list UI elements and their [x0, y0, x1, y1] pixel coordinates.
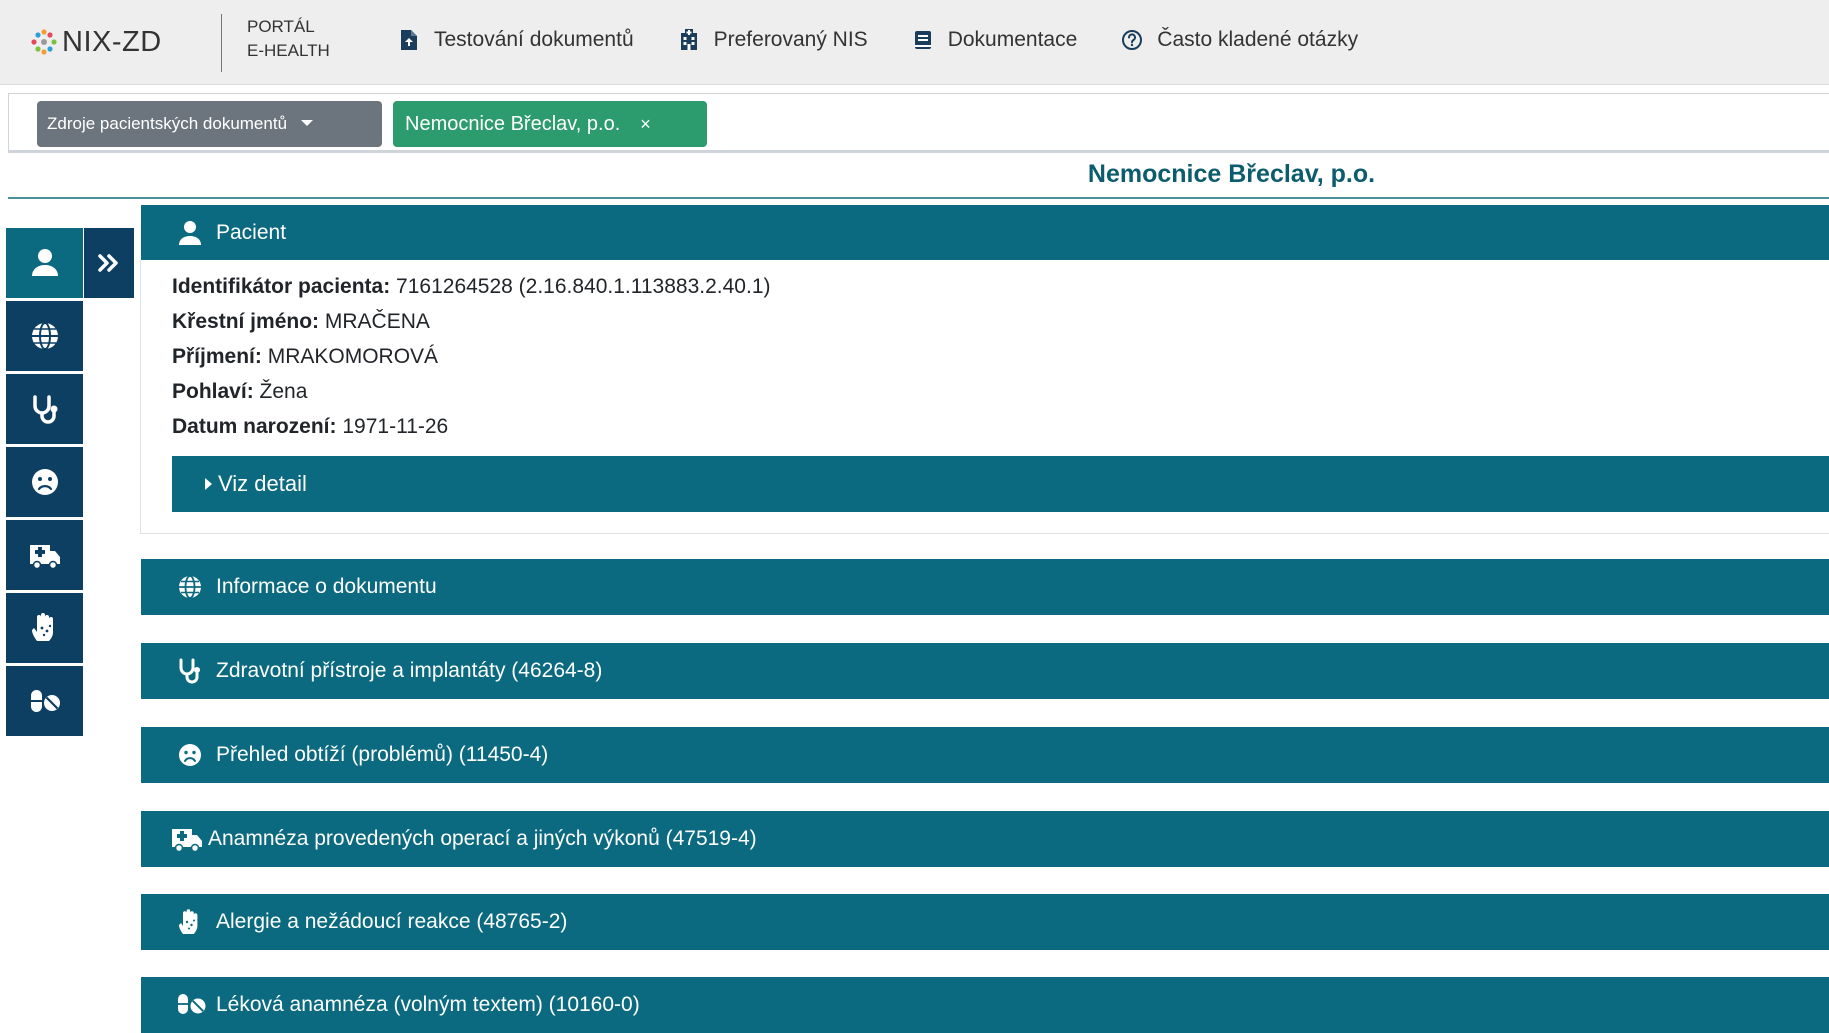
sidebar-item-pacient[interactable]	[6, 228, 83, 298]
section-header-obtize[interactable]: Přehled obtíží (problémů) (11450-4)	[141, 727, 1829, 783]
nav-item-faq[interactable]: Často kladené otázky	[1121, 28, 1358, 52]
pills-icon	[30, 690, 60, 712]
nav-menu: Testování dokumentů Preferovaný NIS Doku…	[398, 28, 1402, 52]
sidebar-item-alergie[interactable]	[6, 593, 83, 663]
question-circle-icon	[1122, 30, 1143, 50]
field-value: 1971-11-26	[342, 415, 449, 438]
stethoscope-icon	[179, 658, 200, 684]
detail-toggle[interactable]: Viz detail	[172, 456, 1829, 512]
section-title: Přehled obtíží (problémů) (11450-4)	[216, 743, 549, 766]
nav-item-dokumentace[interactable]: Dokumentace	[912, 28, 1078, 52]
patient-card: Identifikátor pacienta: 7161264528 (2.16…	[140, 260, 1829, 534]
field-label: Křestní jméno:	[172, 310, 320, 333]
field-label: Pohlaví:	[172, 380, 254, 403]
file-upload-icon	[401, 30, 417, 50]
pills-icon	[178, 994, 206, 1014]
nav-item-preferovany-nis[interactable]: Preferovaný NIS	[678, 28, 868, 52]
field-label: Příjmení:	[172, 345, 262, 368]
user-icon	[179, 221, 201, 245]
nav-item-label: Dokumentace	[947, 28, 1078, 51]
logo-divider	[221, 14, 222, 72]
sidebar-item-operace[interactable]	[6, 520, 83, 590]
logo-text: NIX-ZD	[62, 25, 162, 58]
section-nav-sidebar	[6, 228, 83, 739]
field-value: Žena	[259, 380, 308, 403]
field-first-name: Křestní jméno: MRAČENA	[172, 310, 430, 334]
field-value: 7161264528 (2.16.840.1.113883.2.40.1)	[396, 275, 771, 298]
section-header-informace[interactable]: Informace o dokumentu	[141, 559, 1829, 615]
source-chip[interactable]: Nemocnice Břeclav, p.o. ×	[393, 101, 707, 147]
field-value: MRAČENA	[324, 310, 430, 333]
portal-line1: PORTÁL	[247, 17, 315, 36]
detail-label: Viz detail	[218, 471, 307, 496]
portal-line2: E-HEALTH	[247, 41, 330, 60]
section-title: Alergie a nežádoucí reakce (48765-2)	[216, 910, 568, 933]
book-icon	[914, 31, 931, 49]
allergy-hand-icon	[179, 909, 198, 934]
field-gender: Pohlaví: Žena	[172, 380, 307, 404]
section-header-pacient[interactable]: Pacient	[141, 205, 1829, 261]
filter-bar: Zdroje pacientských dokumentů Nemocnice …	[8, 93, 1829, 153]
portal-label: PORTÁL E-HEALTH	[247, 15, 330, 63]
nav-item-testovani[interactable]: Testování dokumentů	[398, 28, 634, 52]
dropdown-label: Zdroje pacientských dokumentů	[47, 114, 288, 133]
chip-label: Nemocnice Břeclav, p.o.	[405, 112, 621, 135]
nav-item-label: Často kladené otázky	[1157, 28, 1359, 51]
nav-item-label: Testování dokumentů	[434, 28, 634, 51]
user-icon	[31, 249, 58, 276]
allergy-hand-icon	[31, 613, 53, 641]
ambulance-icon	[29, 545, 60, 570]
frown-icon	[31, 469, 58, 495]
caret-down-icon	[301, 120, 314, 126]
field-last-name: Příjmení: MRAKOMOROVÁ	[172, 345, 438, 369]
sidebar-item-obtize[interactable]	[6, 447, 83, 517]
globe-icon	[179, 575, 201, 599]
section-title: Léková anamnéza (volným textem) (10160-0…	[216, 993, 640, 1016]
sidebar-expand-button[interactable]	[84, 228, 134, 298]
ambulance-icon	[172, 829, 202, 853]
logo[interactable]: NIX-ZD	[30, 22, 162, 62]
nav-item-label: Preferovaný NIS	[713, 28, 868, 51]
sidebar-item-pristroje[interactable]	[6, 374, 83, 444]
section-title: Anamnéza provedených operací a jiných vý…	[208, 827, 757, 850]
section-header-pristroje[interactable]: Zdravotní přístroje a implantáty (46264-…	[141, 643, 1829, 699]
close-icon[interactable]: ×	[640, 114, 651, 135]
section-header-alergie[interactable]: Alergie a nežádoucí reakce (48765-2)	[141, 894, 1829, 950]
field-value: MRAKOMOROVÁ	[267, 345, 439, 368]
field-label: Identifikátor pacienta:	[172, 275, 391, 298]
section-header-lekova[interactable]: Léková anamnéza (volným textem) (10160-0…	[141, 977, 1829, 1033]
top-navbar: NIX-ZD PORTÁL E-HEALTH Testování dokumen…	[0, 0, 1829, 85]
section-title: Informace o dokumentu	[216, 575, 437, 598]
section-title: Pacient	[216, 221, 287, 244]
field-label: Datum narození:	[172, 415, 337, 438]
logo-mark-icon	[31, 29, 57, 55]
title-separator	[8, 197, 1829, 199]
section-header-operace[interactable]: Anamnéza provedených operací a jiných vý…	[141, 811, 1829, 867]
hospital-title: Nemocnice Břeclav, p.o.	[1087, 160, 1376, 188]
document-sources-dropdown[interactable]: Zdroje pacientských dokumentů	[37, 101, 382, 147]
section-title: Zdravotní přístroje a implantáty (46264-…	[216, 659, 603, 682]
sidebar-item-informace[interactable]	[6, 301, 83, 371]
frown-icon	[179, 744, 201, 766]
stethoscope-icon	[32, 395, 57, 424]
field-birth-date: Datum narození: 1971-11-26	[172, 415, 448, 439]
globe-icon	[31, 322, 58, 350]
hospital-icon	[680, 29, 697, 50]
double-chevron-right-icon	[98, 254, 118, 272]
caret-right-icon	[205, 478, 212, 490]
sidebar-item-lekova[interactable]	[6, 666, 83, 736]
field-patient-id: Identifikátor pacienta: 7161264528 (2.16…	[172, 275, 771, 299]
